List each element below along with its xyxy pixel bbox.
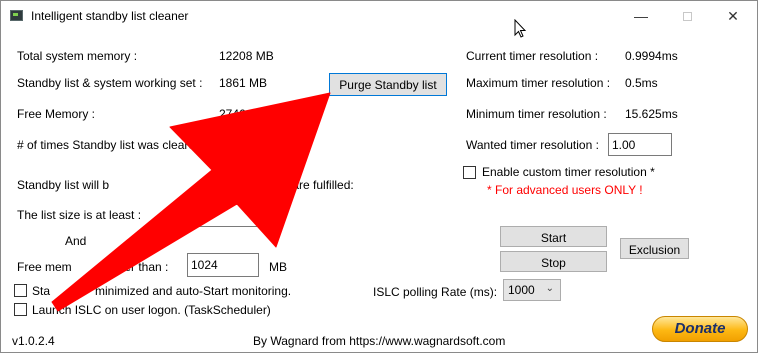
title-bar[interactable]: Intelligent standby list cleaner — ✕ — [1, 1, 757, 32]
stop-button[interactable]: Stop — [500, 251, 607, 272]
cleared-count-label: # of times Standby list was cleared — [17, 138, 202, 152]
free-mem-label-end: ower than : — [109, 260, 169, 274]
total-memory-value: 12208 MB — [219, 49, 274, 63]
minimize-button[interactable]: — — [618, 1, 664, 32]
advanced-warning: * For advanced users ONLY ! — [487, 183, 643, 197]
window-title: Intelligent standby list cleaner — [31, 9, 189, 23]
custom-timer-checkbox[interactable] — [463, 166, 476, 179]
list-size-input[interactable] — [187, 204, 259, 227]
free-memory-value: 2746 MB — [219, 107, 268, 121]
start-minimized-checkbox[interactable] — [14, 284, 27, 297]
launch-logon-checkbox[interactable] — [14, 303, 27, 316]
credit-link[interactable]: By Wagnard from https://www.wagnardsoft.… — [253, 334, 505, 348]
list-size-unit: MB — [269, 208, 287, 222]
and-label: And — [65, 234, 87, 248]
chevron-down-icon: ⌄ — [545, 283, 554, 294]
version-label: v1.0.2.4 — [12, 334, 55, 348]
maximize-button[interactable] — [664, 1, 710, 32]
standby-list-value: 1861 MB — [219, 76, 268, 90]
maximize-icon — [682, 12, 692, 21]
free-memory-label: Free Memory : — [17, 107, 96, 121]
min-timer-label: Minimum timer resolution : — [466, 107, 607, 121]
conditions-intro-start: Standby list will b — [17, 178, 110, 192]
wanted-timer-label: Wanted timer resolution : — [466, 138, 599, 152]
donate-label: Donate — [674, 320, 726, 337]
wanted-timer-input[interactable] — [608, 133, 672, 156]
app-window: Intelligent standby list cleaner — ✕ Tot… — [0, 0, 758, 353]
polling-rate-value: 1000 — [508, 283, 535, 297]
start-button[interactable]: Start — [500, 226, 607, 247]
free-mem-unit: MB — [269, 260, 287, 274]
start-minimized-label-end[interactable]: minimized and auto-Start monitoring. — [95, 284, 291, 298]
current-timer-label: Current timer resolution : — [466, 49, 599, 63]
donate-button[interactable]: Donate — [652, 316, 748, 342]
free-mem-label-start: Free mem — [17, 260, 72, 274]
start-minimized-label-start[interactable]: Sta — [32, 284, 50, 298]
launch-logon-label[interactable]: Launch ISLC on user logon. (TaskSchedule… — [32, 303, 271, 317]
min-timer-value: 15.625ms — [625, 107, 678, 121]
mouse-cursor-icon — [514, 19, 527, 38]
conditions-intro-end: onditions are fulfilled: — [241, 178, 354, 192]
max-timer-label: Maximum timer resolution : — [466, 76, 611, 90]
max-timer-value: 0.5ms — [625, 76, 658, 90]
list-size-label: The list size is at least : — [17, 208, 142, 222]
polling-rate-label: ISLC polling Rate (ms): — [373, 285, 498, 299]
purge-standby-button[interactable]: Purge Standby list — [329, 73, 447, 96]
free-mem-input[interactable] — [187, 253, 259, 277]
exclusion-button[interactable]: Exclusion — [620, 238, 689, 259]
polling-rate-select[interactable]: 1000 ⌄ — [503, 279, 561, 301]
standby-list-label: Standby list & system working set : — [17, 76, 203, 90]
close-button[interactable]: ✕ — [710, 1, 756, 32]
current-timer-value: 0.9994ms — [625, 49, 678, 63]
app-icon — [10, 10, 23, 21]
total-memory-label: Total system memory : — [17, 49, 138, 63]
custom-timer-label[interactable]: Enable custom timer resolution * — [482, 165, 655, 179]
